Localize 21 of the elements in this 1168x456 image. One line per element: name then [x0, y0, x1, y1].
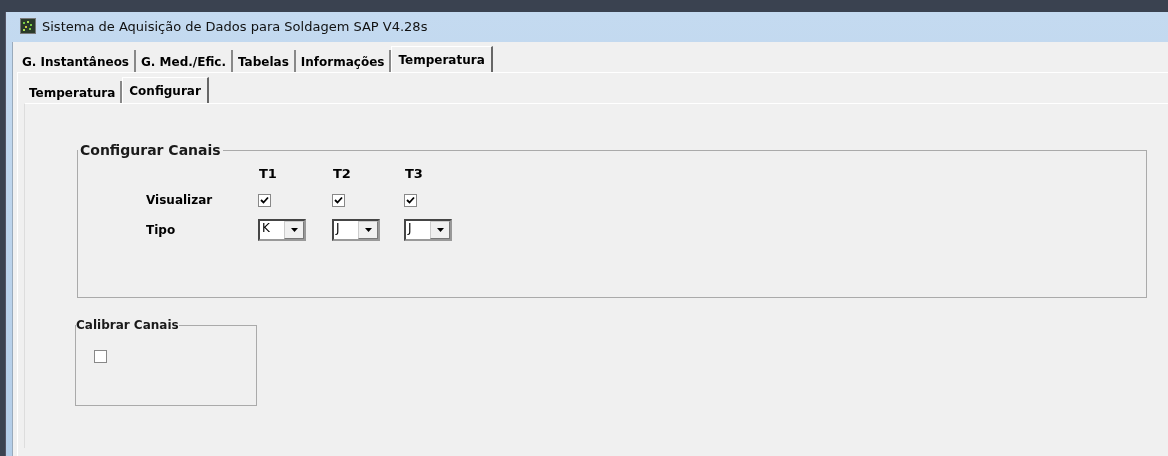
row-label: Tipo: [145, 223, 177, 237]
type-dropdown[interactable]: J: [332, 219, 380, 241]
caret-icon: [436, 228, 444, 232]
window-title: Sistema de Aquisição de Dados para Soldagem SAP V4.28s: [42, 18, 428, 34]
group-title: Configurar Canais: [79, 142, 222, 158]
checkbox[interactable]: [258, 193, 271, 207]
caret-icon: [364, 228, 372, 232]
checkbox[interactable]: [404, 193, 417, 207]
column-header: T2: [332, 166, 352, 181]
caret-icon: [290, 228, 298, 232]
tab[interactable]: Temperatura: [391, 46, 493, 72]
type-dropdown[interactable]: J: [404, 219, 452, 241]
row-label: Visualizar: [145, 193, 214, 207]
group-title: Calibrar Canais: [76, 318, 179, 332]
app-icon: [20, 18, 36, 34]
tab[interactable]: Configurar: [122, 77, 209, 103]
checkbox[interactable]: [94, 350, 107, 363]
type-dropdown[interactable]: K: [258, 219, 306, 241]
column-header: T3: [404, 166, 424, 181]
checkbox[interactable]: [332, 193, 345, 207]
column-header: T1: [258, 166, 278, 181]
